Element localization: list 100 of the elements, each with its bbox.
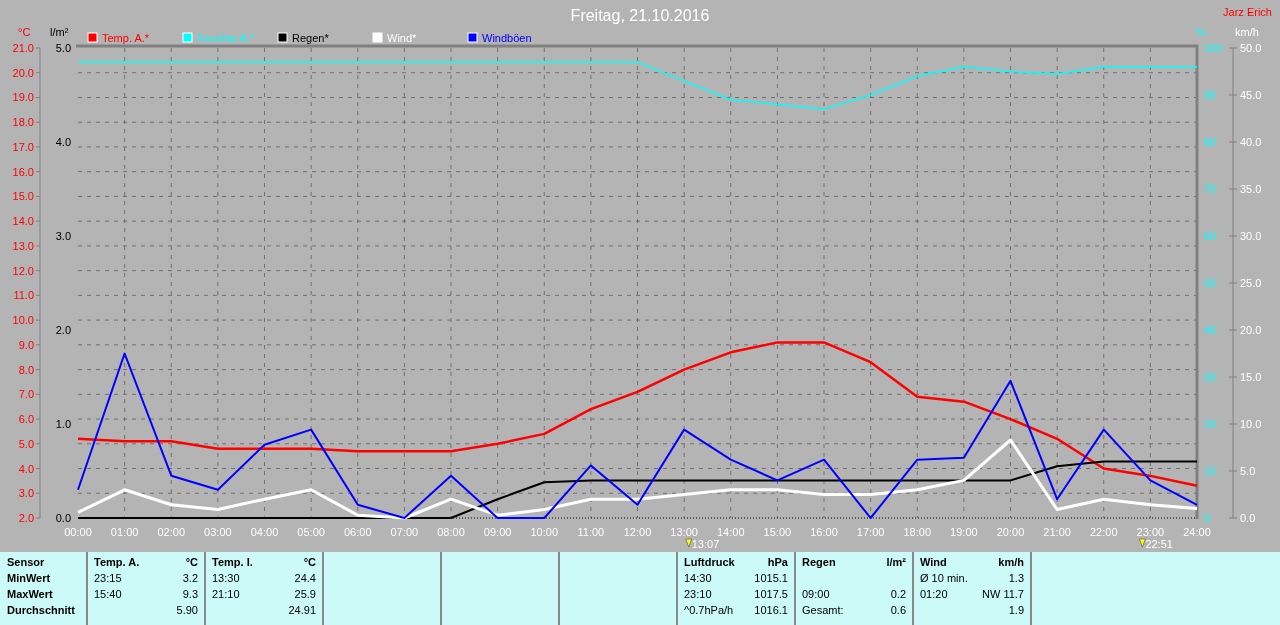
table-cell-text: 24.4 [294,571,316,586]
axis-tick-label: 18.0 [12,116,34,129]
axis-tick-label: 60 [1204,230,1217,242]
axis-tick-label: 17.0 [12,140,34,153]
axis-tick-label: 12.0 [12,264,34,277]
axis-tick-label: 20.0 [1240,324,1262,336]
axis-tick-label: 20 [1204,418,1217,430]
axis-tick-label: 35.0 [1240,183,1262,195]
unit-label: l/m² [886,555,906,570]
axis-unit: l/m² [50,26,69,38]
table-cell-text: 0.2 [890,587,906,602]
unit-label: km/h [998,555,1024,570]
annotation-label: 22:51 [1145,538,1173,550]
legend-label: Temp. A.* [102,32,150,44]
axis-tick-label: 6.0 [18,413,34,426]
table-cell-text: Ø 10 min. [920,571,968,586]
axis-tick-label: 10.0 [12,314,34,327]
row-label: MinWert [7,571,51,586]
axis-tick-label: 70 [1204,183,1217,195]
axis-tick-label: 10.0 [1240,418,1262,430]
axis-tick-label: 20.0 [12,66,34,79]
axis-tick-label: 8.0 [18,363,34,376]
axis-tick-label: 9.0 [18,338,34,351]
legend-label: Regen* [292,32,329,44]
table-cell-text: 1017.5 [754,587,788,602]
table-cell-text: ^0.7hPa/h [684,603,734,618]
row-label: MaxWert [7,587,53,602]
axis-tick-label: 4.0 [55,136,71,148]
axis-unit: °C [18,26,31,38]
axis-tick-label: 17:00 [856,526,885,538]
axis-tick-label: 5.0 [18,437,34,450]
table-heading: Temp. I. [212,555,253,570]
chart-title: Freitag, 21.10.2016 [570,7,710,24]
table-heading: Regen [802,555,836,570]
annotation-label: 13:07 [691,538,720,550]
table-cell-text: 3.2 [182,571,198,586]
axis-tick-label: 09:00 [483,526,512,538]
table-cell-text: 1016.1 [754,603,788,618]
table-cell-text: 1.9 [1008,603,1024,618]
axis-tick-label: 5.0 [55,42,71,54]
axis-tick-label: 05:00 [297,526,325,538]
axis-tick-label: 3.0 [55,230,71,242]
axis-tick-label: 7.0 [18,388,34,401]
author-label: Jarz Erich [1223,6,1272,18]
table-heading: Luftdruck [684,555,735,570]
table-heading: Sensor [7,555,45,570]
unit-label: °C [185,555,198,570]
unit-label: °C [303,555,316,570]
table-cell-text: 23:10 [684,587,712,602]
table-heading: Wind [920,555,947,570]
table-cell-text: 15:40 [94,587,122,602]
table-cell-text: NW 11.7 [982,587,1024,602]
axis-tick-label: 2.0 [18,512,34,524]
axis-tick-label: 13:00 [670,526,698,538]
axis-tick-label: 1.0 [55,418,71,430]
axis-tick-label: 15.0 [1240,371,1262,383]
axis-tick-label: 01:00 [110,526,139,538]
table-cell-text: 1015.1 [754,571,788,586]
axis-unit: % [1196,26,1206,38]
axis-tick-label: 45.0 [1240,89,1262,101]
table-cell-text: 01:20 [920,587,948,602]
axis-tick-label: 19:00 [950,526,978,538]
axis-tick-label: 0.0 [1240,512,1256,524]
axis-tick-label: 00:00 [64,526,92,538]
table-heading: Temp. A. [94,555,140,570]
table-cell-text: 5.90 [176,603,198,618]
row-label: Durchschnitt [7,603,75,618]
table-cell-text: 13:30 [212,571,240,586]
axis-tick-label: 4.0 [18,462,34,475]
table-cell-text: Gesamt: [802,603,844,618]
table-cell-text: 23:15 [94,571,122,586]
axis-tick-label: 15:00 [763,526,792,538]
axis-tick-label: 0 [1204,512,1211,524]
axis-tick-label: 03:00 [204,526,232,538]
axis-tick-label: 50 [1204,277,1217,289]
axis-tick-label: 0.0 [55,512,71,524]
axis-tick-label: 24:00 [1183,526,1211,538]
axis-tick-label: 23:00 [1136,526,1165,538]
axis-tick-label: 10 [1204,465,1217,477]
axis-tick-label: 22:00 [1090,526,1118,538]
axis-tick-label: 02:00 [157,526,185,538]
table-cell-text: 1.3 [1008,571,1024,586]
axis-tick-label: 30.0 [1240,230,1262,242]
table-cell-text: 24.91 [288,603,316,618]
axis-unit: km/h [1235,26,1259,38]
axis-tick-label: 07:00 [390,526,419,538]
axis-tick-label: 16.0 [12,165,34,178]
axis-tick-label: 18:00 [903,526,931,538]
axis-tick-label: 10:00 [530,526,558,538]
axis-tick-label: 11.0 [13,289,34,302]
axis-tick-label: 16:00 [810,526,838,538]
axis-tick-label: 90 [1204,89,1217,101]
axis-tick-label: 100 [1204,42,1223,54]
legend-label: Wind* [387,32,417,44]
legend-label: Feuchte A.* [197,32,254,44]
table-cell-text: 09:00 [802,587,830,602]
table-cell-text: 9.3 [182,587,198,602]
axis-tick-label: 15.0 [12,190,34,203]
axis-tick-label: 2.0 [55,324,71,336]
table-cell-text: 14:30 [684,571,712,586]
